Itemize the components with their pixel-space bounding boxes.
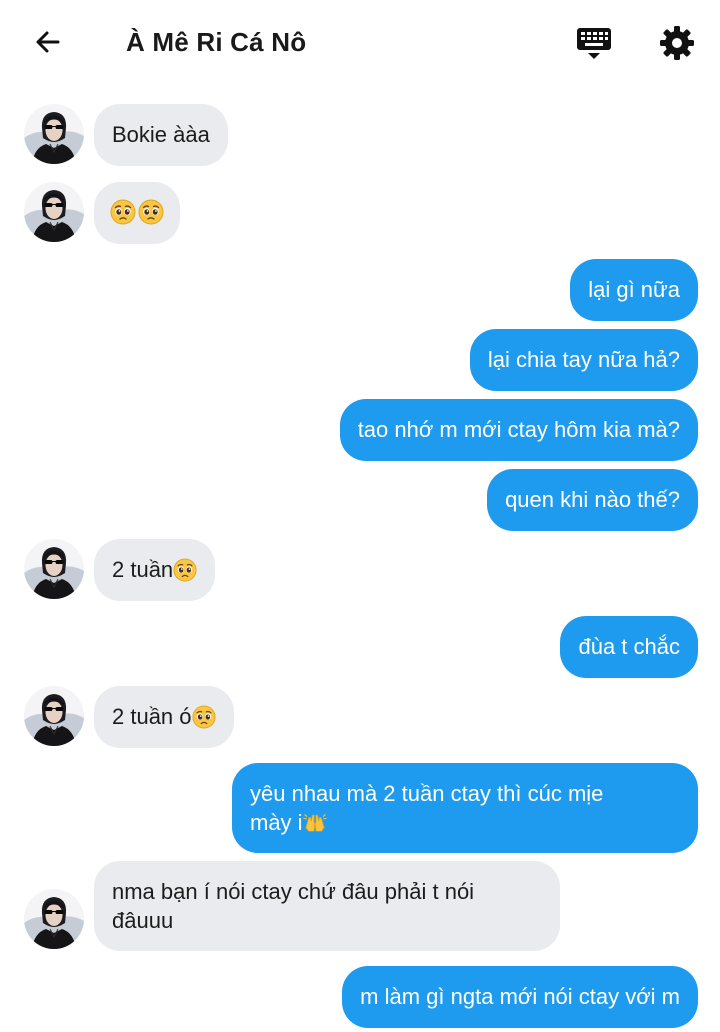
pleading-face-icon — [110, 199, 136, 225]
avatar[interactable] — [24, 182, 84, 242]
avatar[interactable] — [24, 104, 84, 164]
message-bubble-incoming[interactable]: 2 tuần ó — [94, 686, 234, 748]
message-bubble-incoming[interactable]: 2 tuần — [94, 539, 216, 601]
gear-icon — [660, 26, 694, 60]
keyboard-icon — [577, 28, 611, 59]
raising-hands-icon — [302, 814, 327, 832]
message-text: đâuuu — [112, 908, 174, 933]
pleading-face-icon — [173, 558, 197, 582]
message-text: nma bạn í nói ctay chứ đâu phải t nói — [112, 879, 475, 904]
message-text: đùa t chắc — [578, 634, 680, 659]
chat-title: À Mê Ri Cá Nô — [126, 27, 307, 57]
avatar[interactable] — [24, 686, 84, 746]
message-text: lại gì nữa — [588, 277, 680, 302]
message-bubble-outgoing[interactable]: quen khi nào thế? — [487, 469, 698, 531]
message-bubble-incoming[interactable]: nma bạn í nói ctay chứ đâu phải t nói đâ… — [94, 861, 560, 951]
message-text: yêu nhau mà 2 tuần ctay thì cúc mịe — [250, 781, 604, 806]
pleading-face-icon — [191, 705, 216, 729]
chat-screen: À Mê Ri Cá Nô Bokie ààa lại gì nữa lại c… — [0, 0, 720, 1032]
message-bubble-outgoing[interactable]: yêu nhau mà 2 tuần ctay thì cúc mịe mày … — [232, 763, 698, 853]
message-text: quen khi nào thế? — [505, 487, 680, 512]
settings-button[interactable] — [656, 22, 698, 64]
message-text: mày i — [250, 810, 303, 835]
message-text: Bokie ààa — [112, 122, 210, 147]
message-text: tao nhớ m mới ctay hôm kia mà? — [357, 417, 680, 442]
message-bubble-outgoing[interactable]: m làm gì ngta mới nói ctay với m — [342, 966, 698, 1028]
message-bubble-incoming[interactable] — [94, 182, 180, 244]
message-text: 2 tuần ó — [112, 704, 192, 729]
message-bubble-outgoing[interactable]: tao nhớ m mới ctay hôm kia mà? — [339, 399, 698, 461]
pleading-face-icon — [138, 199, 164, 225]
message-bubble-incoming[interactable]: Bokie ààa — [94, 104, 228, 166]
keyboard-button[interactable] — [572, 22, 616, 64]
arrow-left-icon — [36, 31, 60, 53]
message-bubble-outgoing[interactable]: lại gì nữa — [570, 259, 698, 321]
message-text: lại chia tay nữa hả? — [487, 347, 680, 372]
message-text: m làm gì ngta mới nói ctay với m — [360, 984, 680, 1009]
back-button[interactable] — [30, 24, 66, 60]
message-bubble-outgoing[interactable]: lại chia tay nữa hả? — [469, 329, 698, 391]
avatar[interactable] — [24, 539, 84, 599]
avatar[interactable] — [24, 889, 84, 949]
message-bubble-outgoing[interactable]: đùa t chắc — [560, 616, 698, 678]
message-text: 2 tuần — [112, 557, 174, 582]
chat-header: À Mê Ri Cá Nô — [0, 0, 720, 84]
